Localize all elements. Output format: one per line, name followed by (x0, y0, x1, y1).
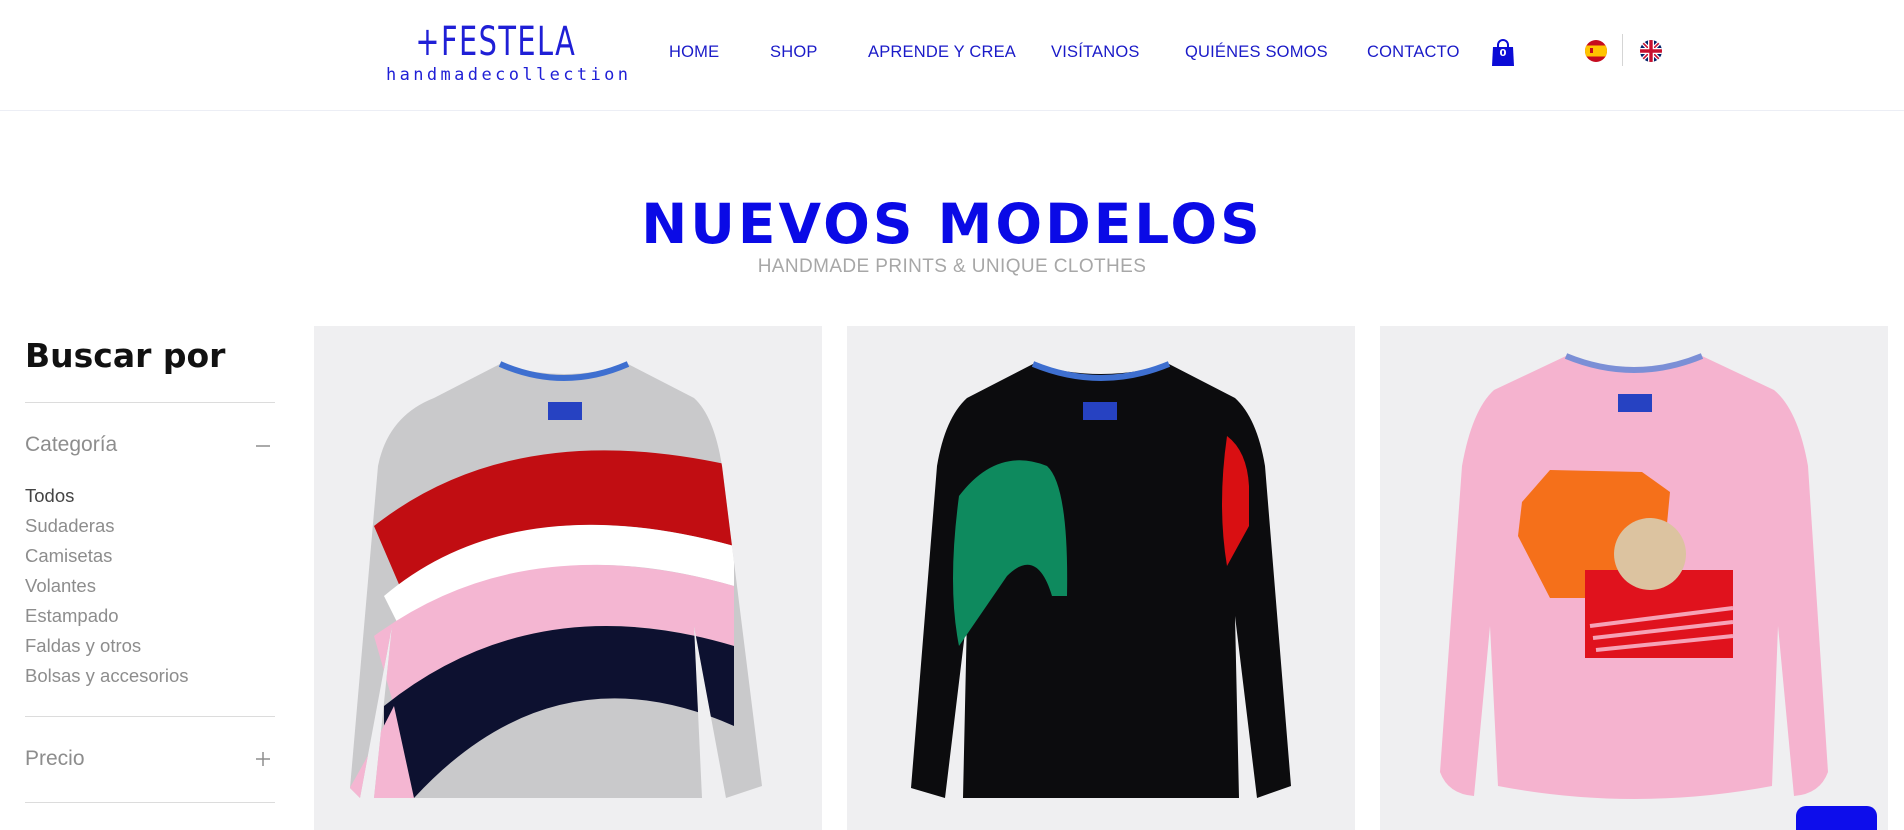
category-item-todos[interactable]: Todos (25, 483, 275, 513)
logo-tagline: handmadecollection (386, 65, 632, 85)
category-item-bolsas-y-accesorios[interactable]: Bolsas y accesorios (25, 663, 275, 693)
nav-contacto[interactable]: CONTACTO (1367, 43, 1460, 62)
product-image (1440, 353, 1828, 799)
nav-aprende-y-crea[interactable]: APRENDE Y CREA (868, 43, 1016, 62)
cart-button[interactable]: 0 (1491, 39, 1515, 66)
product-black-fringe-sweatshirt[interactable] (847, 326, 1355, 830)
category-list: Todos Sudaderas Camisetas Volantes Estam… (25, 483, 275, 693)
category-item-camisetas[interactable]: Camisetas (25, 543, 275, 573)
price-filter-label: Precio (25, 747, 85, 770)
category-item-estampado[interactable]: Estampado (25, 603, 275, 633)
logo-wordmark: +FESTELA (415, 19, 577, 65)
nav-home[interactable]: HOME (669, 43, 719, 62)
page-title: NUEVOS MODELOS (641, 192, 1263, 256)
category-item-volantes[interactable]: Volantes (25, 573, 275, 603)
product-image (911, 361, 1291, 798)
plus-icon (256, 752, 270, 766)
nav-visitanos[interactable]: VISÍTANOS (1051, 43, 1140, 62)
uk-flag-icon[interactable] (1640, 40, 1662, 62)
product-pink-geometric-sweatshirt[interactable] (1380, 326, 1888, 830)
minus-icon (256, 445, 270, 447)
language-divider (1622, 34, 1623, 66)
price-filter-toggle[interactable]: Precio (25, 747, 275, 773)
product-image (350, 361, 762, 798)
festela-logo[interactable]: +FESTELA handmadecollection (386, 19, 632, 86)
page-subtitle: HANDMADE PRINTS & UNIQUE CLOTHES (757, 256, 1147, 277)
nav-shop[interactable]: SHOP (770, 43, 818, 62)
divider (25, 402, 275, 403)
divider (25, 716, 275, 717)
category-filter-toggle[interactable]: Categoría (25, 433, 275, 459)
category-filter-label: Categoría (25, 433, 118, 456)
site-header: +FESTELA handmadecollection HOME SHOP AP… (0, 0, 1904, 111)
product-grey-striped-sweatshirt[interactable] (314, 326, 822, 830)
category-item-sudaderas[interactable]: Sudaderas (25, 513, 275, 543)
spanish-flag-icon[interactable] (1585, 40, 1607, 62)
chat-button[interactable] (1796, 806, 1877, 830)
category-item-faldas-y-otros[interactable]: Faldas y otros (25, 633, 275, 663)
cart-count: 0 (1499, 48, 1507, 59)
filter-title: Buscar por (25, 336, 226, 375)
nav-quienes-somos[interactable]: QUIÉNES SOMOS (1185, 43, 1328, 62)
divider (25, 802, 275, 803)
